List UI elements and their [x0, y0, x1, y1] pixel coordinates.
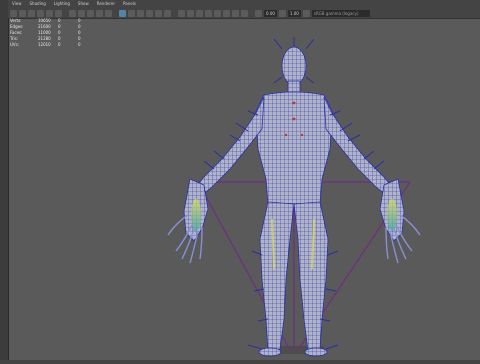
- bookmark-icon[interactable]: [28, 9, 35, 17]
- hud-label: UVs:: [10, 41, 20, 47]
- hud-value: 0: [58, 29, 61, 35]
- toolbar-separator: [64, 10, 67, 17]
- hud-row-edges: Edges: 21600 0 0: [10, 23, 98, 29]
- hud-label: Faces:: [10, 29, 23, 35]
- lights-icon[interactable]: [155, 9, 162, 17]
- hud-value: 0: [78, 23, 81, 29]
- toolbar-separator: [250, 10, 253, 17]
- anti-aliasing-icon[interactable]: [196, 9, 203, 17]
- grid-icon[interactable]: [46, 9, 53, 17]
- xray-icon[interactable]: [223, 9, 230, 17]
- hud-value: 0: [78, 35, 81, 41]
- panel-menu-bar: View Shading Lighting Show Renderer Pane…: [8, 0, 480, 8]
- exposure-icon[interactable]: [255, 9, 262, 17]
- maya-viewport-window: View Shading Lighting Show Renderer Pane…: [0, 0, 480, 360]
- view-transform-dropdown[interactable]: sRGB gamma (legacy): [311, 9, 370, 17]
- hud-value: 11000: [38, 29, 51, 35]
- wireframe-icon[interactable]: [119, 9, 126, 17]
- camera-icon[interactable]: [10, 9, 17, 17]
- hud-value: 21600: [38, 23, 51, 29]
- resolution-gate-icon[interactable]: [69, 9, 76, 17]
- hud-value: 0: [58, 23, 61, 29]
- hud-label: Verts:: [10, 17, 22, 23]
- gate-mask-icon[interactable]: [78, 9, 85, 17]
- hud-row-tris: Tris: 21280 0 0: [10, 35, 98, 41]
- gamma-icon[interactable]: [278, 9, 286, 17]
- image-plane-icon[interactable]: [37, 9, 44, 17]
- hud-value: 0: [78, 17, 81, 23]
- safe-title-icon[interactable]: [105, 9, 112, 17]
- textured-icon[interactable]: [146, 9, 153, 17]
- hud-value: 10650: [38, 17, 51, 23]
- hud-row-faces: Faces: 11000 0 0: [10, 29, 98, 35]
- xray-joints-icon[interactable]: [232, 9, 239, 17]
- exposure-field[interactable]: 0.00: [264, 9, 277, 17]
- hud-value: 0: [58, 17, 61, 23]
- safe-action-icon[interactable]: [96, 9, 103, 17]
- poly-count-hud: Verts: 10650 0 0 Edges: 21600 0 0 Faces:…: [10, 17, 98, 47]
- motion-blur-icon[interactable]: [187, 9, 194, 17]
- hud-value: 0: [78, 29, 81, 35]
- menu-shading[interactable]: Shading: [30, 0, 46, 8]
- left-hand-weight-highlight: [191, 199, 201, 231]
- hud-value: 0: [58, 35, 61, 41]
- hud-value: 0: [78, 41, 81, 47]
- film-gate-icon[interactable]: [55, 9, 62, 17]
- backface-culling-icon[interactable]: [241, 9, 248, 17]
- right-hand-weight-highlight: [387, 199, 397, 231]
- gamma-field[interactable]: 1.00: [287, 9, 301, 17]
- depth-of-field-icon[interactable]: [205, 9, 212, 17]
- camera-attributes-icon[interactable]: [19, 9, 26, 17]
- field-chart-icon[interactable]: [87, 9, 94, 17]
- menu-view[interactable]: View: [12, 0, 22, 8]
- wireframe-on-shaded-icon[interactable]: [137, 9, 144, 17]
- character-wireframe-render: [167, 37, 421, 357]
- ambient-occlusion-icon[interactable]: [178, 9, 185, 17]
- toolbar-separator: [114, 10, 117, 17]
- isolate-select-icon[interactable]: [214, 9, 221, 17]
- smooth-shade-icon[interactable]: [128, 9, 135, 17]
- hud-label: Edges:: [10, 23, 24, 29]
- menu-lighting[interactable]: Lighting: [54, 0, 70, 8]
- toolbar-separator: [173, 10, 176, 17]
- hud-row-uvs: UVs: 12010 0 0: [10, 41, 98, 47]
- 3d-viewport[interactable]: [8, 19, 480, 360]
- color-management-icon[interactable]: [302, 9, 310, 17]
- menu-renderer[interactable]: Renderer: [97, 0, 115, 8]
- hud-label: Tris:: [10, 35, 19, 41]
- menu-show[interactable]: Show: [78, 0, 89, 8]
- menu-panels[interactable]: Panels: [123, 0, 136, 8]
- hud-row-verts: Verts: 10650 0 0: [10, 17, 98, 23]
- hud-value: 0: [58, 41, 61, 47]
- hud-value: 12010: [38, 41, 51, 47]
- hud-value: 21280: [38, 35, 51, 41]
- shadows-icon[interactable]: [164, 9, 171, 17]
